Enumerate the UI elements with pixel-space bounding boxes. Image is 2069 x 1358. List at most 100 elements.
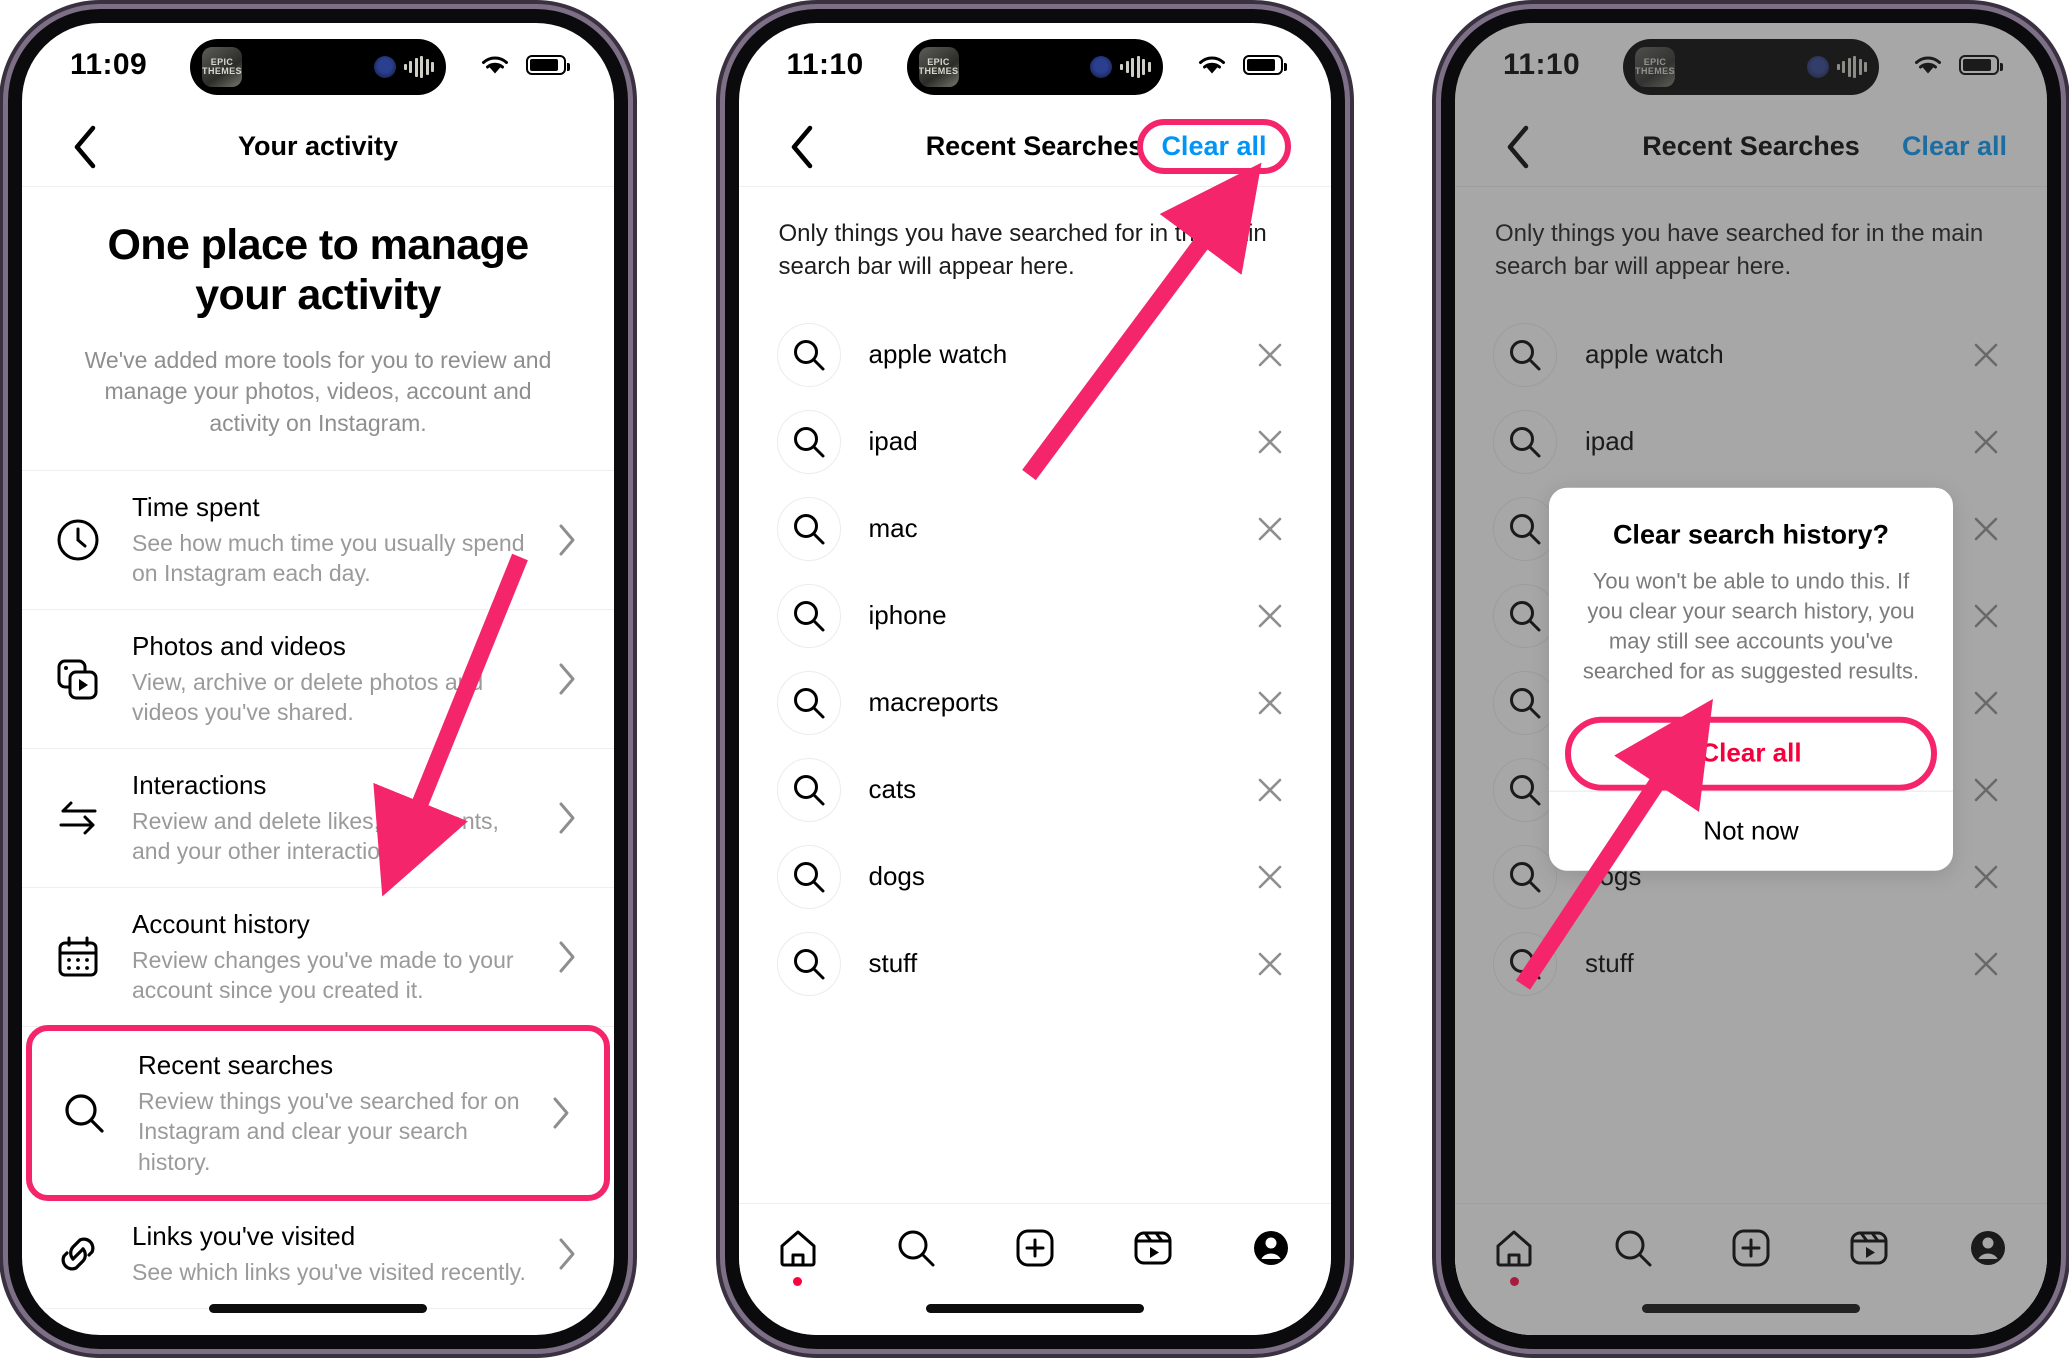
hero-title: One place to manage your activity	[107, 221, 529, 319]
phone-1-your-activity: 11:09 EPIC THEMES Your activity One plac…	[8, 9, 628, 1349]
chevron-right-icon	[554, 662, 580, 696]
row-archived[interactable]: Archived View and manage content you've …	[22, 1309, 614, 1335]
island-indicator-dot	[373, 56, 396, 78]
row-title: Interactions	[132, 769, 267, 800]
close-icon[interactable]	[1253, 950, 1287, 978]
search-icon	[56, 1085, 112, 1141]
tab-search[interactable]	[857, 1226, 975, 1270]
search-icon	[776, 670, 841, 735]
row-interactions[interactable]: Interactions Review and delete likes, co…	[22, 749, 614, 888]
search-icon	[776, 583, 841, 648]
row-recent-searches[interactable]: Recent searches Review things you've sea…	[26, 1024, 610, 1202]
recent-search-list: apple watch ipad mac iphone macreports c…	[739, 301, 1331, 1007]
close-icon[interactable]	[1253, 602, 1287, 630]
reels-icon	[1134, 1231, 1172, 1265]
status-right-cluster	[1195, 53, 1287, 77]
dialog-title: Clear search history?	[1612, 519, 1890, 550]
row-title: Recent searches	[138, 1049, 334, 1080]
phone-1-screen: 11:09 EPIC THEMES Your activity One plac…	[22, 23, 614, 1335]
search-list-item[interactable]: stuff	[739, 920, 1331, 1007]
row-body: Photos and videos View, archive or delet…	[132, 630, 528, 728]
row-body: Time spent See how much time you usually…	[132, 491, 528, 589]
status-bar: 11:10 EPIC THEMES	[739, 23, 1331, 107]
island-app-icon: EPIC THEMES	[918, 47, 959, 87]
search-icon	[776, 931, 841, 996]
search-list-item[interactable]: mac	[739, 485, 1331, 572]
search-term: macreports	[868, 687, 999, 718]
tab-create[interactable]	[975, 1226, 1093, 1270]
row-title: Time spent	[132, 491, 260, 522]
row-links-youve-visited[interactable]: Links you've visited See which links you…	[22, 1199, 614, 1310]
search-list-item[interactable]: dogs	[739, 833, 1331, 920]
dialog-clear-all-button[interactable]: Clear all	[1565, 716, 1937, 791]
hero-subtitle: We've added more tools for you to review…	[84, 346, 552, 437]
close-icon[interactable]	[1253, 428, 1287, 456]
row-title: Links you've visited	[132, 1221, 356, 1252]
wifi-icon	[1198, 56, 1225, 74]
tab-home[interactable]	[739, 1226, 857, 1286]
row-description: Review things you've searched for on Ins…	[138, 1087, 520, 1175]
chevron-right-icon	[554, 801, 580, 835]
search-list-item[interactable]: ipad	[739, 398, 1331, 485]
row-time-spent[interactable]: Time spent See how much time you usually…	[22, 471, 614, 610]
close-icon[interactable]	[1253, 776, 1287, 804]
row-account-history[interactable]: Account history Review changes you've ma…	[22, 888, 614, 1027]
row-description: See which links you've visited recently.	[132, 1258, 526, 1285]
close-icon[interactable]	[1253, 689, 1287, 717]
island-right-cluster	[1090, 56, 1151, 78]
island-app-icon: EPIC THEMES	[202, 47, 242, 87]
status-right-cluster	[478, 53, 570, 77]
audio-waveform-icon	[1120, 56, 1151, 78]
battery-icon	[526, 55, 570, 75]
profile-icon	[1254, 1231, 1289, 1265]
close-icon[interactable]	[1253, 863, 1287, 891]
dialog-not-now-button[interactable]: Not now	[1549, 790, 1953, 870]
search-term: dogs	[868, 861, 925, 892]
search-list-item[interactable]: iphone	[739, 572, 1331, 659]
screenshot-canvas: 11:09 EPIC THEMES Your activity One plac…	[0, 0, 2069, 1358]
close-icon[interactable]	[1253, 515, 1287, 543]
row-body: Archived View and manage content you've …	[132, 1329, 528, 1335]
close-icon[interactable]	[1253, 341, 1287, 369]
link-icon	[50, 1226, 106, 1282]
phone-3-clear-history-dialog: 11:10 EPIC THEMES Recent Searches Clear …	[1441, 9, 2061, 1349]
page-title: Your activity	[237, 131, 399, 161]
phone-2-screen: 11:10 EPIC THEMES Recent Searches Clear …	[738, 23, 1331, 1335]
tab-profile[interactable]	[1212, 1226, 1330, 1270]
search-icon	[776, 409, 841, 474]
interactions-arrows-icon	[50, 790, 106, 846]
search-list-item[interactable]: macreports	[739, 659, 1331, 746]
photos-videos-icon	[50, 651, 106, 707]
row-title: Archived	[132, 1329, 528, 1335]
search-icon	[898, 1230, 935, 1267]
search-term: cats	[868, 774, 917, 805]
chevron-left-icon[interactable]	[62, 124, 108, 170]
row-title: Photos and videos	[132, 630, 346, 661]
navigation-bar: Recent Searches Clear all	[738, 107, 1331, 187]
dialog-message: You won't be able to undo this. If you c…	[1582, 568, 1920, 684]
search-term: mac	[868, 513, 918, 544]
search-icon	[776, 496, 841, 561]
row-body: Account history Review changes you've ma…	[132, 908, 528, 1006]
chevron-right-icon	[554, 523, 580, 557]
row-description: View, archive or delete photos and video…	[132, 668, 484, 726]
activity-rows: Time spent See how much time you usually…	[22, 469, 614, 1335]
clear-all-button[interactable]: Clear all	[1137, 119, 1291, 174]
search-icon	[776, 844, 841, 909]
bottom-tab-bar	[738, 1203, 1331, 1335]
search-list-item[interactable]: apple watch	[739, 311, 1331, 398]
navigation-bar: Your activity	[22, 107, 614, 187]
battery-icon	[1242, 55, 1287, 75]
chevron-left-glyph	[74, 125, 96, 168]
dynamic-island: EPIC THEMES	[190, 39, 446, 95]
plus-square-icon	[1016, 1229, 1054, 1267]
chevron-right-icon	[554, 940, 580, 974]
chevron-left-icon[interactable]	[779, 124, 825, 170]
chevron-right-icon	[554, 1237, 580, 1271]
search-list-item[interactable]: cats	[739, 746, 1331, 833]
search-term: ipad	[868, 426, 918, 457]
search-term: stuff	[868, 948, 918, 979]
clear-search-history-dialog: Clear search history? You won't be able …	[1549, 487, 1953, 871]
row-photos-and-videos[interactable]: Photos and videos View, archive or delet…	[22, 610, 614, 749]
tab-reels[interactable]	[1094, 1226, 1212, 1270]
